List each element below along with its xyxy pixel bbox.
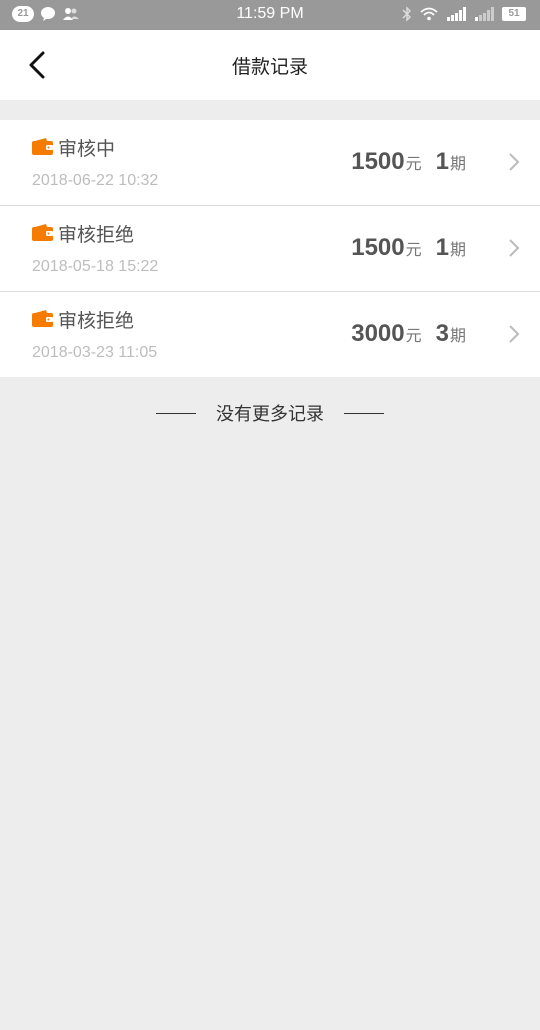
record-period: 1 [435,234,449,261]
record-date: 2018-03-23 11:05 [32,344,158,361]
chevron-right-icon [509,239,520,257]
record-date: 2018-06-22 10:32 [32,172,159,189]
amount-unit: 元 [405,154,422,173]
record-amount: 1500 [351,234,405,261]
loan-record-list: 审核中 2018-06-22 10:32 1500 元 1 期 审核拒绝 201… [0,120,540,377]
bluetooth-icon [402,6,411,22]
list-item[interactable]: 审核拒绝 2018-05-18 15:22 1500 元 1 期 [0,206,540,292]
record-period: 1 [435,148,449,175]
record-summary: 3000 元 3 期 [351,320,466,348]
amount-unit: 元 [405,326,422,345]
record-status: 审核拒绝 [58,224,135,246]
record-summary: 1500 元 1 期 [351,234,466,262]
record-date: 2018-05-18 15:22 [32,258,159,275]
status-bar: 21 11:59 PM 51 [0,0,540,30]
record-status: 审核拒绝 [58,310,135,332]
chevron-right-icon [509,325,520,343]
record-status: 审核中 [58,138,116,160]
list-item[interactable]: 审核拒绝 2018-03-23 11:05 3000 元 3 期 [0,292,540,377]
no-more-records: 没有更多记录 [0,400,540,426]
period-unit: 期 [449,240,466,259]
divider-line-left [156,412,196,414]
period-unit: 期 [449,154,466,173]
no-more-records-text: 没有更多记录 [216,404,324,425]
record-amount: 3000 [351,320,405,347]
signal-strength-icon [447,7,466,21]
amount-unit: 元 [405,240,422,259]
wallet-icon [32,224,53,241]
record-amount: 1500 [351,148,405,175]
wallet-icon [32,310,53,327]
chevron-right-icon [509,153,520,171]
page-title: 借款记录 [231,56,308,78]
battery-indicator: 51 [502,7,526,21]
wifi-icon [420,7,438,21]
header: 借款记录 [0,30,540,100]
signal-strength-2-icon [475,7,494,21]
divider-line-right [344,412,384,414]
wallet-icon [32,138,53,155]
status-bar-right: 51 [402,6,526,22]
record-summary: 1500 元 1 期 [351,148,466,176]
list-item[interactable]: 审核中 2018-06-22 10:32 1500 元 1 期 [0,120,540,206]
record-period: 3 [435,320,449,347]
period-unit: 期 [449,326,466,345]
